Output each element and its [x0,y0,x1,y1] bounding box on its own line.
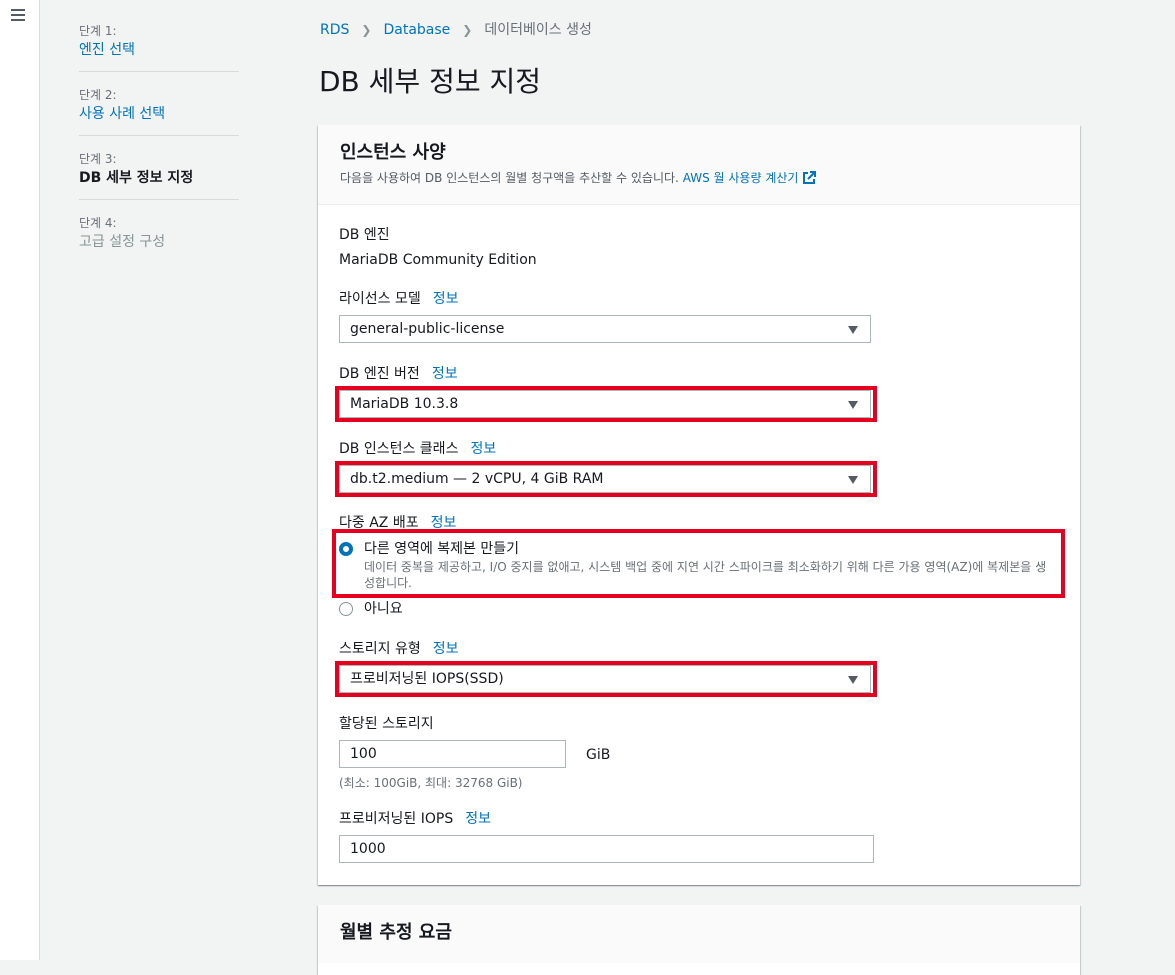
storage-type-select[interactable]: 프로비저닝된 IOPS(SSD) [339,665,871,693]
allocated-storage-label: 할당된 스토리지 [339,716,434,732]
class-label-text: DB 인스턴스 클래스 [339,441,459,457]
multi-az-yes-option[interactable]: 다른 영역에 복제본 만들기 데이터 중복을 제공하고, I/O 중지를 없애고… [339,539,1054,591]
side-rail [0,0,40,960]
menu-icon[interactable] [11,9,25,21]
storage-type-select-value: 프로비저닝된 IOPS(SSD) [350,671,504,687]
license-select[interactable]: general-public-license [339,315,871,343]
info-link[interactable]: 정보 [470,441,496,457]
iops-label-text: 프로비저닝된 IOPS [339,811,454,827]
panel-title: 월별 추정 요금 [340,922,452,943]
allocated-storage-input[interactable]: 100 [339,740,566,768]
version-select-value: MariaDB 10.3.8 [350,396,459,412]
engine-label: DB 엔진 [339,227,390,243]
chevron-right-icon: ❯ [462,23,473,37]
class-label: DB 인스턴스 클래스 정보 [339,439,496,459]
step-number: 단계 2: [79,88,117,102]
iops-label: 프로비저닝된 IOPS 정보 [339,809,491,829]
storage-type-field: 스토리지 유형 정보 [339,639,459,659]
info-link[interactable]: 정보 [432,366,458,382]
step-2[interactable]: 단계 2: 사용 사례 선택 [79,82,239,136]
wizard-steps: 단계 1: 엔진 선택 단계 2: 사용 사례 선택 단계 3: DB 세부 정… [79,18,239,273]
breadcrumb-rds[interactable]: RDS [320,20,349,40]
monthly-cost-panel: 월별 추정 요금 [318,905,1080,975]
radio-no-text: 아니요 [364,599,403,619]
license-select-value: general-public-license [350,321,505,337]
breadcrumb-database[interactable]: Database [383,20,450,40]
class-select[interactable]: db.t2.medium — 2 vCPU, 4 GiB RAM [339,465,871,493]
radio-yes[interactable] [339,542,353,556]
radio-no[interactable] [339,602,353,616]
panel-header: 인스턴스 사양 다음을 사용하여 DB 인스턴스의 월별 청구액을 추산할 수 … [318,125,1080,205]
multi-az-label: 다중 AZ 배포 정보 [339,513,456,533]
radio-yes-label: 다른 영역에 복제본 만들기 [364,541,520,557]
info-link[interactable]: 정보 [433,641,459,657]
version-select[interactable]: MariaDB 10.3.8 [339,390,871,418]
page-title: DB 세부 정보 지정 [319,65,542,98]
iops-field: 프로비저닝된 IOPS 정보 [339,809,491,829]
caret-down-icon [848,476,858,484]
radio-yes-text: 다른 영역에 복제본 만들기 데이터 중복을 제공하고, I/O 중지를 없애고… [364,539,1054,591]
breadcrumb: RDS ❯ Database ❯ 데이터베이스 생성 [320,20,592,40]
panel-description: 다음을 사용하여 DB 인스턴스의 월별 청구액을 추산할 수 있습니다. AW… [340,170,1058,186]
multi-az-no-option[interactable]: 아니요 [339,599,403,619]
external-link-icon[interactable] [802,171,817,185]
engine-field: DB 엔진 MariaDB Community Edition [339,225,537,270]
license-label: 라이선스 모델 정보 [339,289,459,309]
class-select-value: db.t2.medium — 2 vCPU, 4 GiB RAM [350,471,604,487]
version-label: DB 엔진 버전 정보 [339,364,458,384]
info-link[interactable]: 정보 [465,811,491,827]
step-link-engine[interactable]: 엔진 선택 [79,40,239,60]
panel-title: 인스턴스 사양 [340,142,446,163]
radio-yes-description: 데이터 중복을 제공하고, I/O 중지를 없애고, 시스템 백업 중에 지연 … [364,560,1047,590]
chevron-right-icon: ❯ [361,23,372,37]
multi-az-label-text: 다중 AZ 배포 [339,515,419,531]
allocated-storage-hint: (최소: 100GiB, 최대: 32768 GiB) [339,776,523,790]
caret-down-icon [848,326,858,334]
step-number: 단계 1: [79,24,117,38]
step-number: 단계 3: [79,152,117,166]
license-label-text: 라이선스 모델 [339,291,421,307]
calculator-link[interactable]: AWS 월 사용량 계산기 [683,171,799,185]
step-number: 단계 4: [79,216,117,230]
storage-type-label-text: 스토리지 유형 [339,641,421,657]
iops-input[interactable]: 1000 [339,835,874,863]
class-field: DB 인스턴스 클래스 정보 [339,439,496,459]
panel-header: 월별 추정 요금 [318,905,1080,963]
multi-az-field: 다중 AZ 배포 정보 [339,513,456,533]
caret-down-icon [848,401,858,409]
instance-spec-panel: 인스턴스 사양 다음을 사용하여 DB 인스턴스의 월별 청구액을 추산할 수 … [318,125,1080,885]
license-field: 라이선스 모델 정보 [339,289,459,309]
version-field: DB 엔진 버전 정보 [339,364,458,384]
breadcrumb-current: 데이터베이스 생성 [484,22,592,38]
description-text: 다음을 사용하여 DB 인스턴스의 월별 청구액을 추산할 수 있습니다. [340,171,679,185]
allocated-storage-field: 할당된 스토리지 [339,714,434,734]
version-label-text: DB 엔진 버전 [339,366,420,382]
step-3: 단계 3: DB 세부 정보 지정 [79,146,239,200]
step-link-use-case[interactable]: 사용 사례 선택 [79,104,239,124]
storage-type-label: 스토리지 유형 정보 [339,639,459,659]
allocated-storage-unit: GiB [586,747,611,763]
step-advanced: 고급 설정 구성 [79,234,166,250]
caret-down-icon [848,676,858,684]
radio-no-label: 아니요 [364,601,403,617]
engine-value: MariaDB Community Edition [339,252,537,268]
step-4: 단계 4: 고급 설정 구성 [79,210,239,263]
info-link[interactable]: 정보 [431,515,457,531]
step-1[interactable]: 단계 1: 엔진 선택 [79,18,239,72]
step-current-details: DB 세부 정보 지정 [79,170,194,186]
info-link[interactable]: 정보 [433,291,459,307]
